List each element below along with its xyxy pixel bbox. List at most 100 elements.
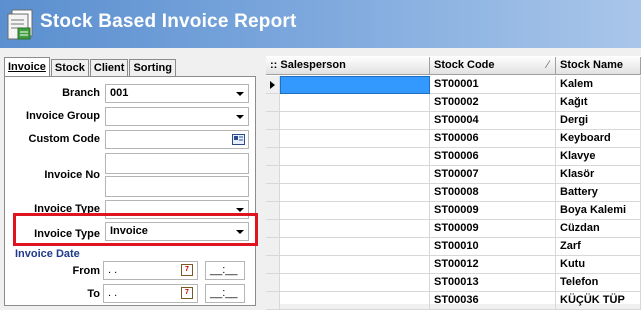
to-time-input[interactable]: __:__ [205,284,245,303]
table-row[interactable]: ST00007 Klasör [266,166,641,184]
table-row[interactable]: ST00013 Telefon [266,274,641,292]
branch-dropdown[interactable]: 001 [105,84,249,103]
cell-stock-code[interactable]: ST00007 [430,166,556,184]
cell-stock-code[interactable]: ST00036 [430,292,556,310]
chevron-down-icon [236,92,244,96]
cell-stock-code[interactable]: ST00013 [430,274,556,292]
from-date-value: . . [108,264,118,276]
row-indicator[interactable] [266,76,280,94]
cell-stock-code[interactable]: ST00009 [430,202,556,220]
cell-stock-code[interactable]: ST00001 [430,76,556,94]
row-indicator[interactable] [266,238,280,256]
column-header-stock-code[interactable]: Stock Code ∕ [430,57,556,75]
table-row[interactable]: ST00010 Zarf [266,238,641,256]
stock-grid: :: Salesperson Stock Code ∕ Stock Name ST… [266,56,641,310]
cell-salesperson[interactable] [280,184,430,202]
row-indicator[interactable] [266,256,280,274]
table-row[interactable]: ST00002 Kağıt [266,94,641,112]
table-row[interactable]: ST00012 Kutu [266,256,641,274]
cell-stock-name[interactable]: KÜÇÜK TÜP [556,292,641,310]
tab-label: Sorting [133,62,172,74]
tab-invoice[interactable]: Invoice [4,57,50,76]
tab-stock[interactable]: Stock [50,59,89,76]
tab-sorting[interactable]: Sorting [129,59,176,76]
cell-stock-code[interactable]: ST00004 [430,112,556,130]
row-indicator[interactable] [266,130,280,148]
invoice-no-to-input[interactable] [105,176,249,197]
cell-stock-name[interactable]: Keyboard [556,130,641,148]
row-indicator[interactable] [266,112,280,130]
row-indicator[interactable] [266,220,280,238]
cell-salesperson[interactable] [280,130,430,148]
cell-stock-name[interactable]: Zarf [556,238,641,256]
column-header-label: Stock Code [434,59,495,71]
row-indicator[interactable] [266,148,280,166]
invoice-group-dropdown[interactable] [105,107,249,126]
calendar-icon[interactable]: 7 [181,287,193,299]
calendar-icon[interactable]: 7 [181,264,193,276]
tab-client[interactable]: Client [89,59,129,76]
cell-salesperson[interactable] [280,256,430,274]
cell-stock-name[interactable]: Klavye [556,148,641,166]
row-indicator[interactable] [266,166,280,184]
to-time-value: __:__ [210,287,238,299]
cell-salesperson[interactable] [280,166,430,184]
table-row[interactable]: ST00036 KÜÇÜK TÜP [266,292,641,310]
cell-stock-code[interactable]: ST00008 [430,184,556,202]
cell-stock-code[interactable]: ST00012 [430,256,556,274]
cell-salesperson[interactable] [280,112,430,130]
custom-code-input[interactable] [105,130,249,149]
cell-stock-name[interactable]: Kutu [556,256,641,274]
invoice-date-section-label: Invoice Date [15,248,80,260]
current-row-icon [270,81,275,89]
chevron-down-icon [236,208,244,212]
invoice-group-label: Invoice Group [26,110,100,122]
from-time-value: __:__ [210,264,238,276]
table-row[interactable]: ST00008 Battery [266,184,641,202]
cell-stock-name[interactable]: Kağıt [556,94,641,112]
lookup-icon[interactable] [232,133,245,146]
tab-label: Client [93,62,125,74]
cell-stock-code[interactable]: ST00009 [430,220,556,238]
table-row[interactable]: ST00006 Keyboard [266,130,641,148]
table-row[interactable]: ST00009 Cüzdan [266,220,641,238]
cell-salesperson[interactable] [280,238,430,256]
cell-stock-code[interactable]: ST00010 [430,238,556,256]
cell-salesperson[interactable] [280,148,430,166]
table-row[interactable]: ST00004 Dergi [266,112,641,130]
cell-stock-name[interactable]: Kalem [556,76,641,94]
invoice-no-label: Invoice No [44,169,100,181]
table-row[interactable]: ST00006 Klavye [266,148,641,166]
row-indicator[interactable] [266,274,280,292]
title-bar: Stock Based Invoice Report [0,0,641,48]
from-time-input[interactable]: __:__ [205,261,245,280]
row-indicator[interactable] [266,202,280,220]
table-row[interactable]: ST00001 Kalem [266,76,641,94]
row-indicator[interactable] [266,292,280,310]
row-indicator[interactable] [266,94,280,112]
cell-salesperson[interactable] [280,274,430,292]
row-indicator[interactable] [266,184,280,202]
cell-salesperson[interactable] [280,94,430,112]
cell-salesperson[interactable] [280,220,430,238]
cell-stock-name[interactable]: Battery [556,184,641,202]
cell-stock-name[interactable]: Dergi [556,112,641,130]
cell-stock-code[interactable]: ST00006 [430,148,556,166]
column-header-salesperson[interactable]: :: Salesperson [266,57,430,75]
cell-salesperson[interactable] [280,76,430,94]
cell-stock-code[interactable]: ST00002 [430,94,556,112]
invoice-no-from-input[interactable] [105,153,249,174]
filter-tabs: Invoice Stock Client Sorting [4,57,177,76]
cell-salesperson[interactable] [280,292,430,310]
cell-stock-name[interactable]: Cüzdan [556,220,641,238]
table-row[interactable]: ST00009 Boya Kalemi [266,202,641,220]
column-header-stock-name[interactable]: Stock Name [556,57,641,75]
cell-stock-code[interactable]: ST00006 [430,130,556,148]
cell-stock-name[interactable]: Klasör [556,166,641,184]
branch-value: 001 [110,87,129,99]
cell-stock-name[interactable]: Telefon [556,274,641,292]
cell-stock-name[interactable]: Boya Kalemi [556,202,641,220]
cell-salesperson[interactable] [280,202,430,220]
splitter[interactable] [258,56,266,304]
chevron-down-icon [236,115,244,119]
